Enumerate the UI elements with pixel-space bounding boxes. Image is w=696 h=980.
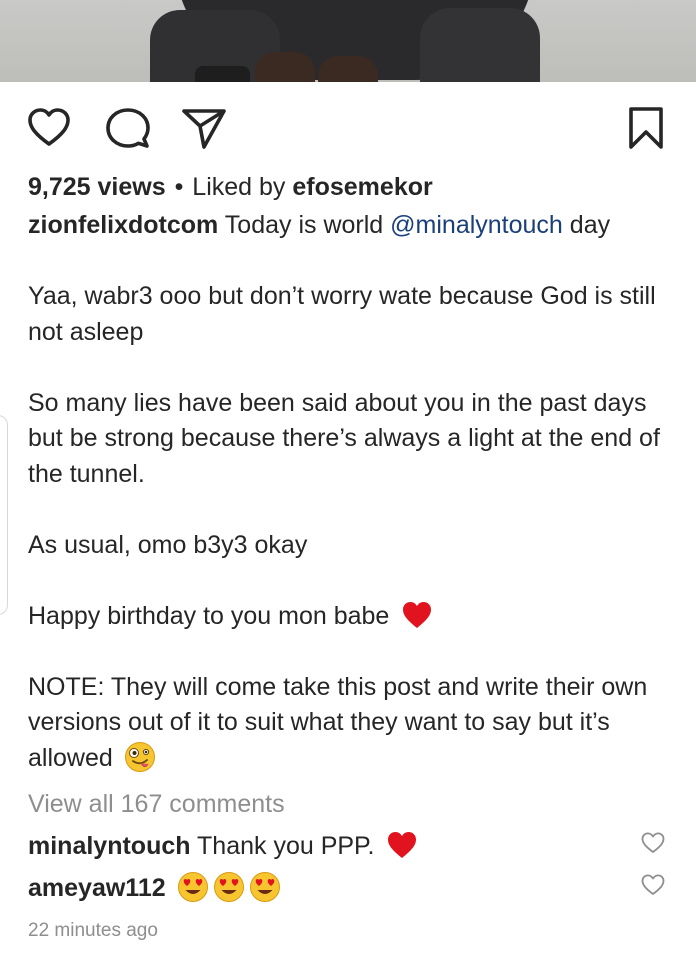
like-heart-icon[interactable] bbox=[25, 104, 73, 152]
meta-separator: • bbox=[174, 173, 184, 201]
comment-row: minalyntouch Thank you PPP. bbox=[28, 829, 668, 863]
photo-hand-right bbox=[318, 56, 378, 82]
caption-text-1: Today is world bbox=[224, 211, 384, 239]
comment-username[interactable]: minalyntouch bbox=[28, 832, 191, 860]
post-caption: zionfelixdotcom Today is world @minalynt… bbox=[28, 208, 668, 776]
comment-like-heart-icon[interactable] bbox=[640, 830, 666, 856]
red-heart-emoji-icon bbox=[403, 601, 432, 628]
save-bookmark-icon[interactable] bbox=[622, 104, 670, 152]
caption-paragraph-5-text: Happy birthday to you mon babe bbox=[28, 601, 390, 630]
caption-paragraph-5: Happy birthday to you mon babe bbox=[28, 599, 668, 635]
comment-text: Thank you PPP. bbox=[197, 832, 375, 860]
liked-by-user[interactable]: efosemekor bbox=[292, 173, 432, 201]
liked-by-prefix: Liked by bbox=[192, 173, 286, 201]
post-timestamp: 22 minutes ago bbox=[28, 920, 158, 941]
caption-paragraph-6: NOTE: They will come take this post and … bbox=[28, 670, 668, 777]
comment-emojis bbox=[173, 872, 281, 902]
caption-paragraph-4: As usual, omo b3y3 okay bbox=[28, 530, 308, 559]
caption-text-1-suffix: day bbox=[569, 211, 611, 239]
caption-mention[interactable]: @minalyntouch bbox=[390, 211, 563, 239]
caption-paragraph-2: Yaa, wabr3 ooo but don’t worry wate beca… bbox=[28, 282, 656, 346]
caption-line-1: zionfelixdotcom Today is world @minalynt… bbox=[28, 208, 668, 244]
caption-paragraph-6-text: NOTE: They will come take this post and … bbox=[28, 672, 648, 772]
edge-handle bbox=[0, 415, 8, 615]
zany-face-emoji-icon bbox=[124, 741, 155, 772]
heart-eyes-emoji-icon bbox=[249, 872, 280, 902]
comment-bubble-icon[interactable] bbox=[104, 104, 152, 152]
photo-hand-left bbox=[255, 52, 315, 82]
comment-row: ameyaw112 bbox=[28, 871, 668, 905]
caption-username[interactable]: zionfelixdotcom bbox=[28, 211, 218, 239]
red-heart-emoji-icon bbox=[388, 832, 417, 858]
caption-paragraph-3: So many lies have been said about you in… bbox=[28, 388, 660, 488]
post-photo[interactable] bbox=[0, 0, 696, 82]
post-meta: 9,725 views • Liked by efosemekor bbox=[28, 170, 678, 204]
heart-eyes-emoji-icon bbox=[213, 872, 244, 902]
photo-shoe bbox=[195, 66, 250, 82]
view-count[interactable]: 9,725 views bbox=[28, 173, 166, 201]
post-action-bar bbox=[0, 96, 696, 160]
share-paper-plane-icon[interactable] bbox=[180, 104, 228, 152]
view-all-comments-link[interactable]: View all 167 comments bbox=[28, 790, 285, 819]
comment-like-heart-icon[interactable] bbox=[640, 872, 666, 898]
comment-username[interactable]: ameyaw112 bbox=[28, 874, 166, 902]
photo-knee-right bbox=[420, 8, 540, 82]
heart-eyes-emoji-icon bbox=[177, 872, 208, 902]
